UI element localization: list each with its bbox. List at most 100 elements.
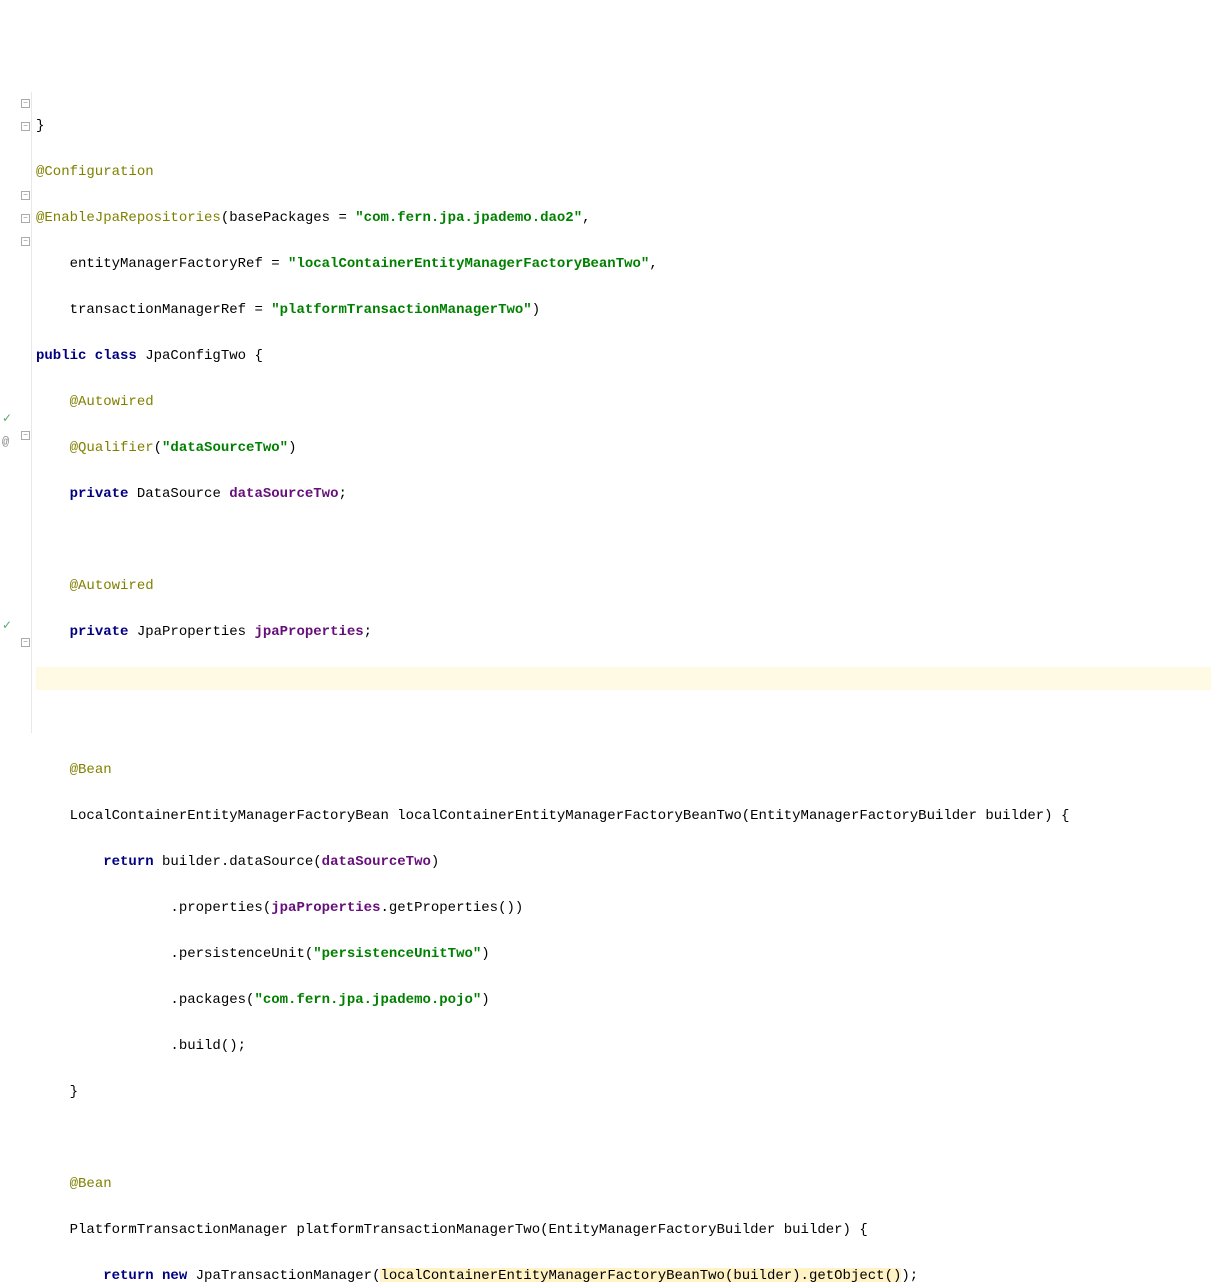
code-line[interactable] <box>36 1127 1211 1150</box>
code-line[interactable]: } <box>36 1081 1211 1104</box>
gutter: − − − − − ✓ @ − ✓ − <box>0 92 32 733</box>
indent <box>36 440 70 456</box>
type: PlatformTransactionManager <box>70 1222 297 1238</box>
semi: ; <box>364 624 372 640</box>
code-line[interactable]: .properties(jpaProperties.getProperties(… <box>36 897 1211 920</box>
classname: JpaConfigTwo <box>145 348 254 364</box>
code-line[interactable]: @Autowired <box>36 575 1211 598</box>
code-line[interactable]: @Qualifier("dataSourceTwo") <box>36 437 1211 460</box>
code-line[interactable] <box>36 529 1211 552</box>
override-icon[interactable]: ✓ <box>2 408 16 422</box>
annotation: @Configuration <box>36 164 154 180</box>
text: builder.dataSource( <box>162 854 322 870</box>
text: entityManagerFactoryRef = <box>70 256 288 272</box>
fold-icon[interactable]: − <box>21 191 30 200</box>
brace: } <box>70 1084 78 1100</box>
text: .getProperties()) <box>380 900 523 916</box>
code-line[interactable]: return new JpaTransactionManager(localCo… <box>36 1265 1211 1282</box>
code-line[interactable]: public class JpaConfigTwo { <box>36 345 1211 368</box>
code-line[interactable] <box>36 713 1211 736</box>
annotation: @Autowired <box>70 578 154 594</box>
code-line[interactable]: private DataSource dataSourceTwo; <box>36 483 1211 506</box>
indent <box>36 1038 170 1054</box>
indent <box>36 1084 70 1100</box>
indent <box>36 302 70 318</box>
string: "platformTransactionManagerTwo" <box>271 302 531 318</box>
annotation: @Autowired <box>70 394 154 410</box>
highlight: localContainerEntityManagerFactoryBeanTw… <box>380 1268 901 1282</box>
code-line[interactable]: .persistenceUnit("persistenceUnitTwo") <box>36 943 1211 966</box>
annotation: @EnableJpaRepositories <box>36 210 221 226</box>
fold-icon[interactable]: − <box>21 122 30 131</box>
text: transactionManagerRef = <box>70 302 272 318</box>
string: "persistenceUnitTwo" <box>313 946 481 962</box>
text: (basePackages = <box>221 210 355 226</box>
code-line[interactable]: } <box>36 115 1211 138</box>
text: , <box>582 210 590 226</box>
indent <box>36 808 70 824</box>
code-line[interactable]: transactionManagerRef = "platformTransac… <box>36 299 1211 322</box>
code-line[interactable]: .packages("com.fern.jpa.jpademo.pojo") <box>36 989 1211 1012</box>
field: jpaProperties <box>271 900 380 916</box>
text: .properties( <box>170 900 271 916</box>
field: jpaProperties <box>254 624 363 640</box>
code-line[interactable]: entityManagerFactoryRef = "localContaine… <box>36 253 1211 276</box>
annotation: @Bean <box>70 762 112 778</box>
text: , <box>649 256 657 272</box>
indent <box>36 992 170 1008</box>
method: platformTransactionManagerTwo <box>296 1222 540 1238</box>
type: LocalContainerEntityManagerFactoryBean <box>70 808 398 824</box>
code-line[interactable]: @Configuration <box>36 161 1211 184</box>
text: .build(); <box>170 1038 246 1054</box>
keyword: return <box>103 854 162 870</box>
code-line[interactable]: @EnableJpaRepositories(basePackages = "c… <box>36 207 1211 230</box>
field: dataSourceTwo <box>322 854 431 870</box>
code-area[interactable]: } @Configuration @EnableJpaRepositories(… <box>32 92 1211 733</box>
type: JpaTransactionManager( <box>196 1268 381 1282</box>
string: "localContainerEntityManagerFactoryBeanT… <box>288 256 649 272</box>
indent <box>36 854 103 870</box>
indent <box>36 762 70 778</box>
code-line-current[interactable] <box>36 667 1211 690</box>
code-line[interactable]: return builder.dataSource(dataSourceTwo) <box>36 851 1211 874</box>
fold-icon[interactable]: − <box>21 431 30 440</box>
brace: } <box>36 118 44 134</box>
fold-icon[interactable]: − <box>21 214 30 223</box>
code-line[interactable]: PlatformTransactionManager platformTrans… <box>36 1219 1211 1242</box>
indent <box>36 486 70 502</box>
indent <box>36 578 70 594</box>
fold-icon[interactable]: − <box>21 638 30 647</box>
text: ) <box>532 302 540 318</box>
fold-icon[interactable]: − <box>21 99 30 108</box>
keyword: private <box>70 486 137 502</box>
indent <box>36 1222 70 1238</box>
annotation: @Qualifier <box>70 440 154 456</box>
keyword: private <box>70 624 137 640</box>
string: "com.fern.jpa.jpademo.pojo" <box>254 992 481 1008</box>
code-line[interactable]: .build(); <box>36 1035 1211 1058</box>
text: .packages( <box>170 992 254 1008</box>
text: .persistenceUnit( <box>170 946 313 962</box>
text: ) <box>431 854 439 870</box>
text: ( <box>154 440 162 456</box>
code-line[interactable]: @Bean <box>36 759 1211 782</box>
code-line[interactable]: @Bean <box>36 1173 1211 1196</box>
indent <box>36 946 170 962</box>
indent <box>36 624 70 640</box>
code-line[interactable]: @Autowired <box>36 391 1211 414</box>
string: "dataSourceTwo" <box>162 440 288 456</box>
text: (EntityManagerFactoryBuilder builder) { <box>742 808 1070 824</box>
type: JpaProperties <box>137 624 255 640</box>
override-icon[interactable]: ✓ <box>2 615 16 629</box>
type: DataSource <box>137 486 229 502</box>
at-icon[interactable]: @ <box>2 431 16 445</box>
field: dataSourceTwo <box>229 486 338 502</box>
semi: ; <box>338 486 346 502</box>
indent <box>36 394 70 410</box>
indent <box>36 900 170 916</box>
text: ) <box>288 440 296 456</box>
keyword: public class <box>36 348 145 364</box>
fold-icon[interactable]: − <box>21 237 30 246</box>
indent <box>36 256 70 272</box>
code-line[interactable]: LocalContainerEntityManagerFactoryBean l… <box>36 805 1211 828</box>
